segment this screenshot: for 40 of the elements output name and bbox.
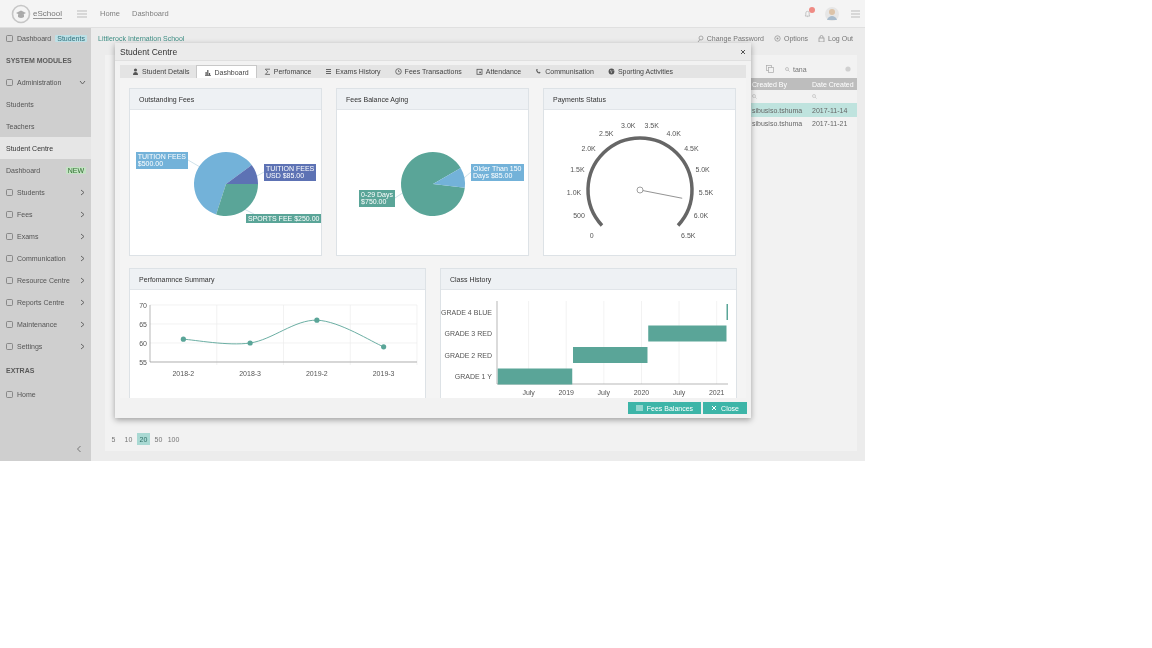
close-icon — [711, 405, 718, 411]
calendar-icon — [475, 68, 483, 75]
search-icon — [785, 66, 790, 72]
list-icon — [325, 68, 333, 75]
logo-icon — [11, 3, 31, 24]
menu-icon[interactable] — [851, 9, 860, 18]
close-icon[interactable] — [740, 48, 746, 55]
square-icon — [6, 210, 13, 218]
square-icon — [6, 232, 13, 240]
square-icon — [6, 298, 13, 306]
leader-line — [187, 159, 201, 168]
square-icon — [6, 276, 13, 284]
square-icon — [6, 342, 13, 350]
copy-icon[interactable] — [766, 65, 774, 73]
square-icon — [6, 254, 13, 262]
leader-line — [256, 171, 265, 177]
square-icon — [6, 35, 13, 42]
search-icon[interactable] — [812, 94, 817, 99]
user-icon — [132, 68, 139, 75]
list-icon — [635, 405, 643, 411]
dialog-title: Student Centre — [120, 46, 178, 57]
sigma-icon — [263, 68, 271, 75]
avatar-icon[interactable] — [825, 6, 839, 21]
leader-line — [394, 191, 405, 199]
square-icon — [6, 390, 13, 398]
logo-text: eSchool — [33, 8, 62, 19]
square-icon — [6, 188, 13, 196]
search-icon[interactable] — [752, 94, 757, 99]
lock-icon — [818, 35, 826, 42]
key-icon — [696, 35, 704, 42]
square-icon — [6, 320, 13, 328]
square-icon — [6, 78, 13, 86]
collapse-icon[interactable] — [76, 445, 82, 453]
phone-icon — [535, 68, 543, 75]
leader-line — [463, 171, 472, 179]
globe-icon — [607, 68, 615, 75]
leader-line — [243, 208, 255, 215]
clock-icon — [394, 68, 402, 75]
bar-chart-icon — [204, 68, 212, 76]
menu-icon[interactable] — [77, 9, 87, 18]
